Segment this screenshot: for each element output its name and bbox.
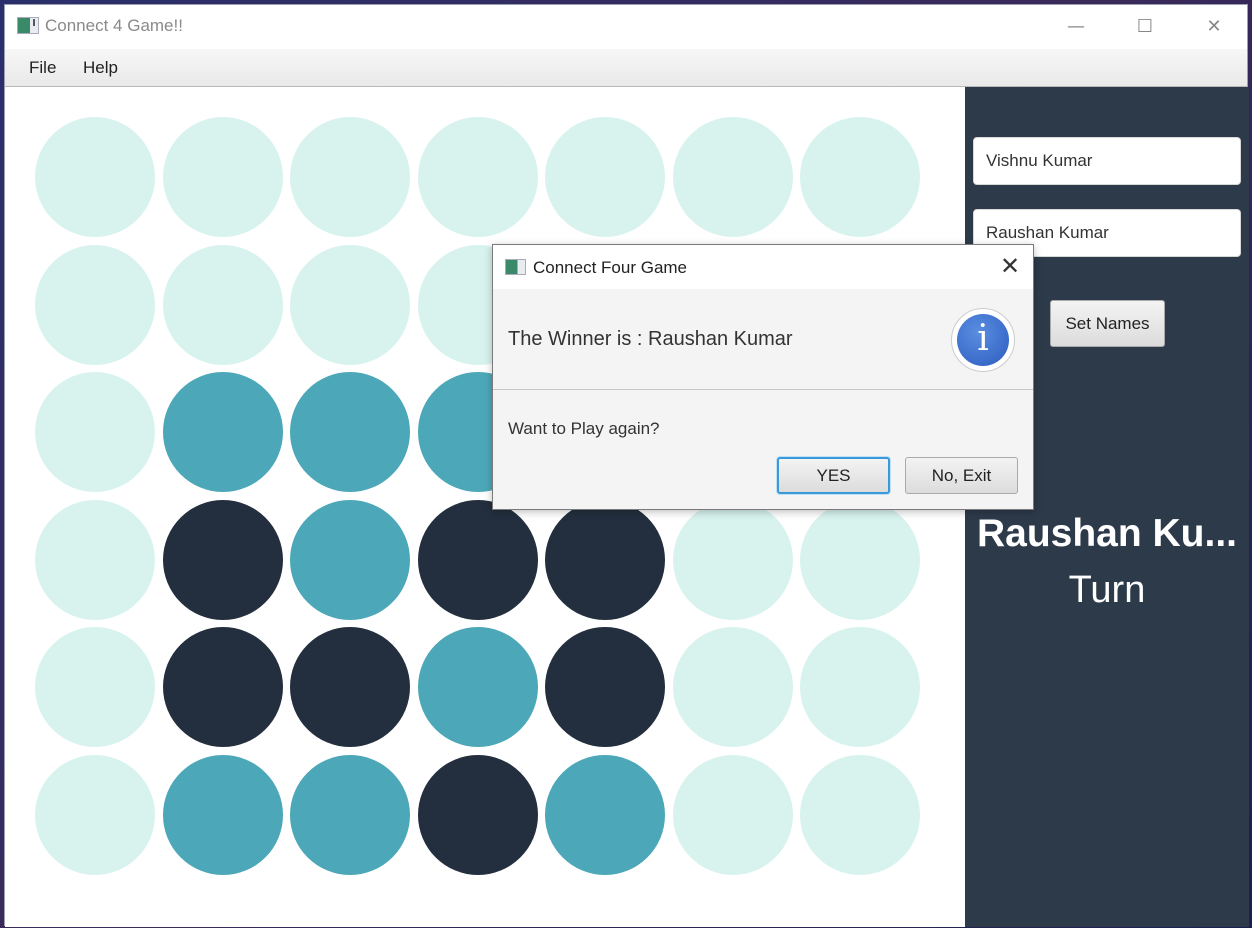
player2-disc[interactable] <box>290 754 410 875</box>
player1-disc[interactable] <box>417 754 538 875</box>
empty-slot[interactable] <box>35 754 155 875</box>
empty-slot[interactable] <box>672 117 793 237</box>
empty-slot[interactable] <box>35 372 155 492</box>
info-icon: i <box>951 308 1015 372</box>
close-button[interactable]: ✕ <box>1191 11 1237 43</box>
player1-disc[interactable] <box>545 499 665 620</box>
turn-label: Turn <box>1068 569 1146 611</box>
empty-slot[interactable] <box>800 499 920 620</box>
empty-slot[interactable] <box>800 117 920 237</box>
window-title: Connect 4 Game!! <box>45 16 183 35</box>
set-names-button[interactable]: Set Names <box>1050 300 1165 347</box>
empty-slot[interactable] <box>672 627 793 747</box>
empty-slot[interactable] <box>162 244 283 365</box>
dialog-header: The Winner is : Raushan Kumar i <box>493 289 1033 390</box>
player1-name-input[interactable] <box>973 137 1241 185</box>
player2-disc[interactable] <box>290 372 410 492</box>
player2-disc[interactable] <box>162 372 283 492</box>
player2-disc[interactable] <box>162 754 283 875</box>
player2-disc[interactable] <box>290 499 410 620</box>
dialog-close-button[interactable]: ✕ <box>995 251 1025 281</box>
empty-slot[interactable] <box>800 627 920 747</box>
empty-slot[interactable] <box>35 627 155 747</box>
yes-button[interactable]: YES <box>777 457 890 494</box>
title-bar[interactable]: Connect 4 Game!! — ☐ ✕ <box>5 5 1247 49</box>
empty-slot[interactable] <box>545 117 665 237</box>
empty-slot[interactable] <box>35 117 155 237</box>
menu-file[interactable]: File <box>29 58 56 78</box>
empty-slot[interactable] <box>672 499 793 620</box>
current-player-name: Raushan Ku... <box>976 512 1238 555</box>
player1-disc[interactable] <box>290 627 410 747</box>
no-exit-button[interactable]: No, Exit <box>905 457 1018 494</box>
minimize-button[interactable]: — <box>1053 11 1099 43</box>
empty-slot[interactable] <box>672 754 793 875</box>
player1-disc[interactable] <box>162 627 283 747</box>
empty-slot[interactable] <box>35 244 155 365</box>
empty-slot[interactable] <box>290 244 410 365</box>
empty-slot[interactable] <box>417 117 538 237</box>
menu-bar: File Help <box>5 49 1247 87</box>
dialog-title-bar[interactable]: Connect Four Game ✕ <box>493 245 1033 289</box>
winner-dialog: Connect Four Game ✕ The Winner is : Raus… <box>492 244 1034 510</box>
player2-disc[interactable] <box>545 754 665 875</box>
dialog-title: Connect Four Game <box>533 258 688 277</box>
play-again-prompt: Want to Play again? <box>508 419 660 438</box>
winner-message: The Winner is : Raushan Kumar <box>508 328 793 350</box>
empty-slot[interactable] <box>800 754 920 875</box>
dialog-app-icon <box>505 259 526 275</box>
player1-disc[interactable] <box>545 627 665 747</box>
maximize-button[interactable]: ☐ <box>1122 11 1168 43</box>
empty-slot[interactable] <box>162 117 283 237</box>
player1-disc[interactable] <box>162 499 283 620</box>
player1-disc[interactable] <box>417 499 538 620</box>
empty-slot[interactable] <box>290 117 410 237</box>
empty-slot[interactable] <box>35 499 155 620</box>
menu-help[interactable]: Help <box>83 58 118 78</box>
player2-disc[interactable] <box>417 627 538 747</box>
app-icon <box>17 17 39 34</box>
